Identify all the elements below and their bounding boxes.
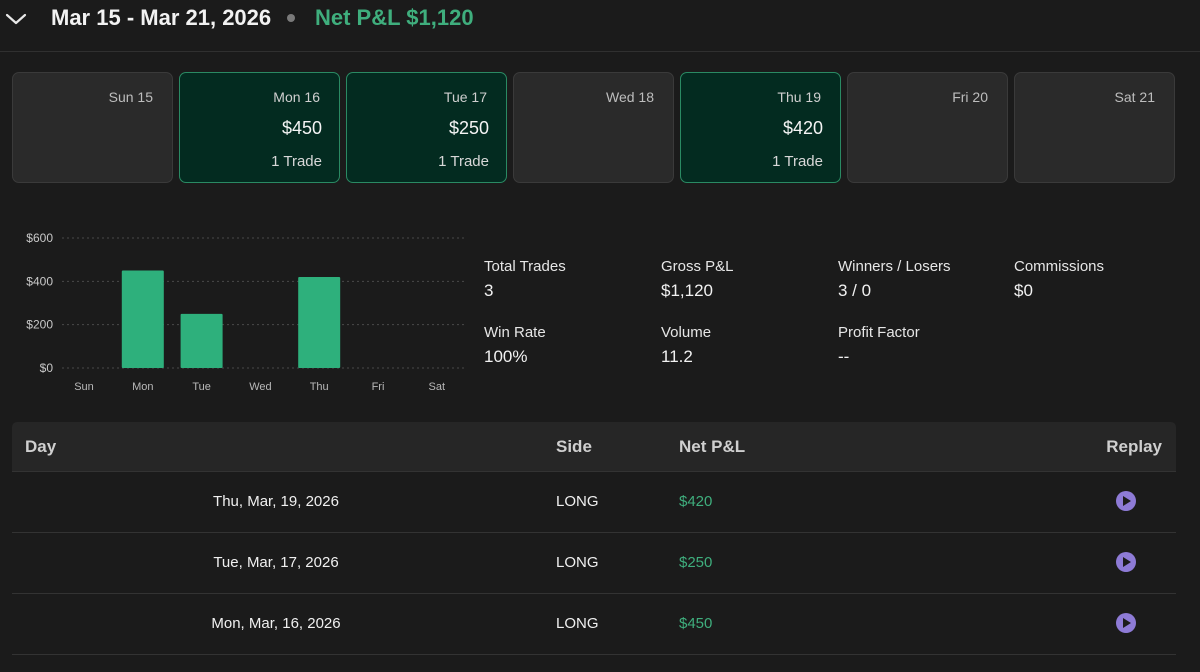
x-tick-label: Thu [310,381,329,393]
y-tick-label: $0 [40,361,54,375]
stat-label: Commissions [1014,258,1105,275]
y-tick-label: $200 [26,318,53,332]
day-card-fri[interactable]: Fri 20 [847,72,1008,183]
stat-value: $1,120 [661,281,713,300]
stat-value: 100% [484,347,528,366]
bar-thu[interactable] [298,277,341,368]
trade-day: Mon, Mar, 16, 2026 [211,615,341,632]
trade-net-pnl: $250 [679,554,713,571]
stat-win-rate: Win Rate 100% [484,324,546,367]
trade-net-pnl: $420 [679,493,713,510]
play-circle-icon[interactable] [1116,613,1136,633]
x-tick-label: Sat [429,381,446,393]
day-label: Wed 18 [606,89,654,105]
y-tick-label: $400 [26,274,53,288]
daily-pnl-chart: $0 $200 $400 $600 Sun Mon Tue Wed Thu Fri Sat [0,222,470,402]
net-pnl-summary: Net P&L $1,120 [315,5,474,30]
day-label: Sun 15 [108,89,153,105]
stat-gross-pnl: Gross P&L $1,120 [661,258,734,301]
y-tick-label: $600 [26,231,53,245]
x-tick-label: Sun [74,381,94,393]
stat-value: $0 [1014,281,1033,300]
stat-label: Win Rate [484,324,546,341]
trade-side: LONG [556,493,599,510]
play-circle-icon[interactable] [1116,552,1136,572]
day-trade-count: 1 Trade [438,153,489,170]
x-tick-label: Fri [372,381,385,393]
stat-label: Volume [661,324,712,341]
stat-label: Winners / Losers [838,258,951,275]
stat-profit-factor: Profit Factor -- [838,324,920,367]
table-row[interactable]: Tue, Mar, 17, 2026 LONG $250 [12,533,1176,594]
day-label: Mon 16 [273,89,320,105]
daily-pnl-chart-svg: $0 $200 $400 $600 Sun Mon Tue Wed Thu Fri Sat [26,231,466,393]
chevron-down-icon[interactable] [4,6,28,30]
x-tick-label: Mon [132,381,153,393]
column-header-replay: Replay [1106,437,1162,456]
day-label: Sat 21 [1114,89,1155,105]
day-pnl: $450 [281,118,322,138]
separator-dot [287,14,295,22]
table-row[interactable]: Thu, Mar, 19, 2026 LONG $420 [12,472,1176,533]
week-range-title: Mar 15 - Mar 21, 2026 [51,5,272,30]
trade-day: Tue, Mar, 17, 2026 [213,554,339,571]
day-card-sat[interactable]: Sat 21 [1014,72,1175,183]
column-header-net-pnl[interactable]: Net P&L [679,437,745,457]
day-label: Thu 19 [777,89,821,105]
stat-value: -- [838,347,850,366]
day-label: Tue 17 [443,89,487,105]
stat-value: 3 / 0 [838,281,872,300]
day-pnl: $250 [448,118,489,138]
trade-day: Thu, Mar, 19, 2026 [213,493,339,510]
trade-side: LONG [556,615,599,632]
stat-volume: Volume 11.2 [661,324,711,367]
column-header-side[interactable]: Side [556,437,592,457]
play-circle-icon[interactable] [1116,491,1136,511]
day-card-wed[interactable]: Wed 18 [513,72,674,183]
stat-label: Gross P&L [661,258,734,275]
stat-winners-losers: Winners / Losers 3 / 0 [838,258,951,301]
x-tick-label: Wed [249,381,271,393]
trades-table: Day Side Net P&L Replay Thu, Mar, 19, 20… [12,422,1176,672]
stat-value: 11.2 [661,347,693,366]
day-card-thu[interactable]: Thu 19 $420 1 Trade [680,72,841,183]
trade-side: LONG [556,554,599,571]
day-label: Fri 20 [952,89,988,105]
bar-mon[interactable] [121,270,164,369]
stat-value: 3 [484,281,494,300]
table-header: Day Side Net P&L Replay [12,422,1176,472]
stat-label: Profit Factor [838,324,920,341]
day-trade-count: 1 Trade [772,153,823,170]
day-card-mon[interactable]: Mon 16 $450 1 Trade [179,72,340,183]
day-trade-count: 1 Trade [271,153,322,170]
stat-total-trades: Total Trades 3 [484,258,566,301]
day-card-sun[interactable]: Sun 15 [12,72,173,183]
column-header-day[interactable]: Day [25,437,56,457]
bar-tue[interactable] [180,313,223,368]
day-card-tue[interactable]: Tue 17 $250 1 Trade [346,72,507,183]
stat-commissions: Commissions $0 [1014,258,1104,301]
trade-net-pnl: $450 [679,615,713,632]
table-row[interactable]: Mon, Mar, 16, 2026 LONG $450 [12,594,1176,655]
day-pnl: $420 [782,118,823,138]
week-header: Mar 15 - Mar 21, 2026 Net P&L $1,120 [0,0,1200,52]
x-tick-label: Tue [192,381,211,393]
stat-label: Total Trades [484,258,566,275]
